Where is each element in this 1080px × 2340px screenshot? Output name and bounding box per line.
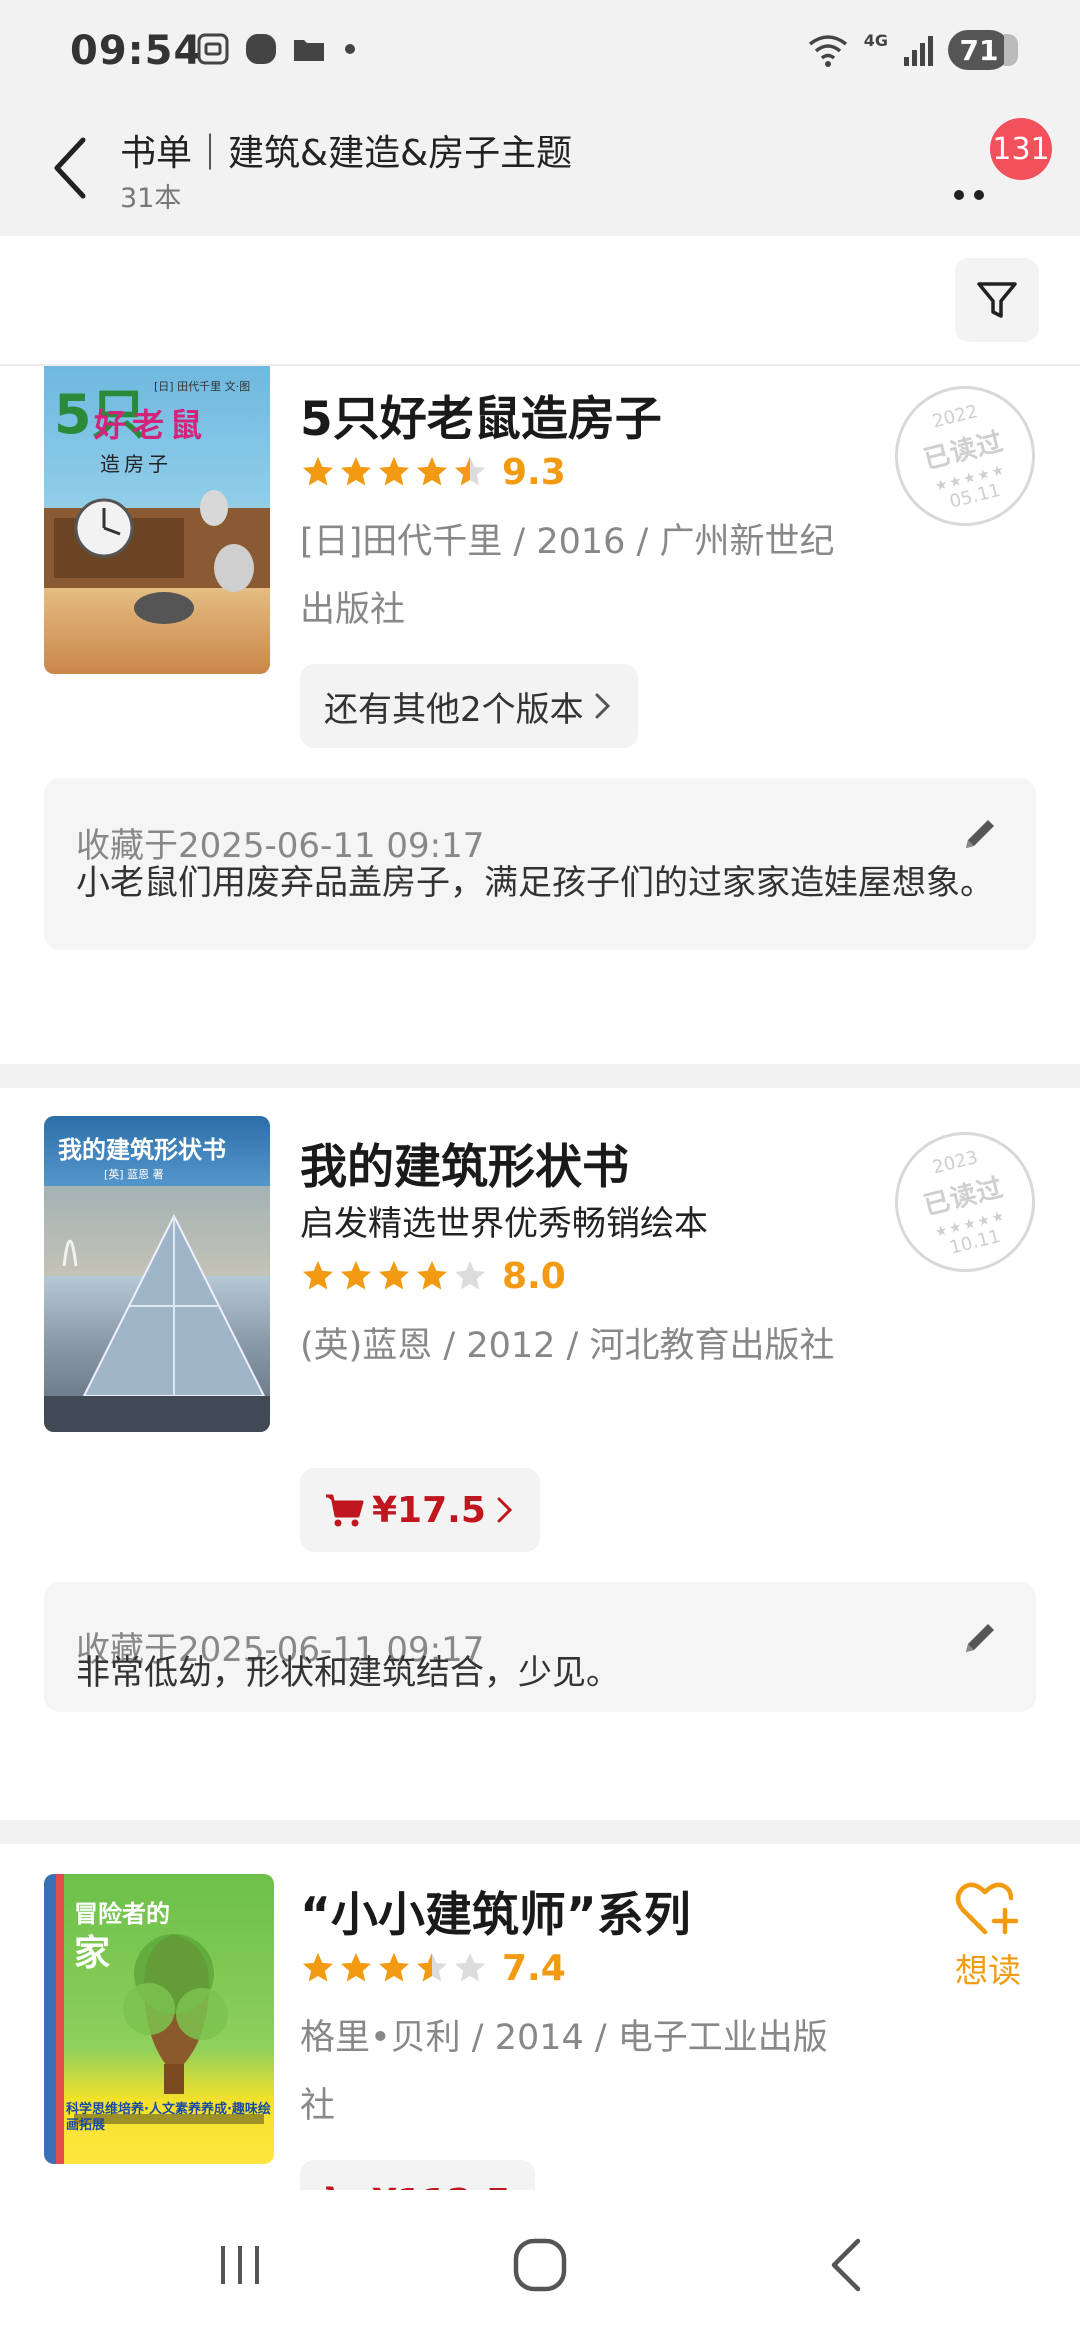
signal-icon [904,36,933,66]
chevron-right-icon [497,1497,512,1523]
cover-title: 我的建筑形状书 [58,1136,226,1164]
more-dot-icon [974,190,984,200]
book-cover[interactable]: 我的建筑形状书 [英] 蓝恩 著 [44,1116,270,1432]
star-full-icon [303,1953,333,1982]
filter-button[interactable] [955,258,1039,342]
home-button[interactable] [500,2230,580,2300]
network-type-label: 4G [863,30,888,50]
card-divider [0,1064,1080,1088]
book-card[interactable]: 我的建筑形状书 [英] 蓝恩 著 我的建筑形状书 启发精选世界优秀畅销绘本 8.… [0,1088,1080,1884]
other-editions-button[interactable]: 还有其他2个版本 [300,664,638,748]
star-full-icon [303,457,333,486]
note-text: 小老鼠们用废弃品盖房子，满足孩子们的过家家造娃屋想象。 [76,863,994,903]
cover-title: 好老鼠 [94,406,209,444]
star-full-icon [341,457,371,486]
price-button[interactable]: ¥17.5 [300,1468,540,1552]
note-text: 非常低幼，形状和建筑结合，少见。 [76,1653,620,1693]
star-full-icon [379,1261,409,1290]
dot-icon [345,44,355,54]
status-bar: 09:54 4G 71 [0,0,1080,108]
filter-icon [977,282,1017,318]
rating-score: 9.3 [502,451,566,493]
cover-subtitle: 造房子 [100,452,172,476]
rating-score: 8.0 [502,1255,566,1297]
book-card[interactable]: 5只 好老鼠 造房子 [日] 田代千里 文·图 5只好老鼠造房子 9.3 [日]… [0,366,1080,1066]
heart-plus-icon [955,1882,1019,1935]
rating: 7.4 [300,1946,566,1990]
back-icon [831,2238,861,2292]
want-to-read-label: 想读 [955,1951,1021,1990]
collection-note: 收藏于2025-06-11 09:17 非常低幼，形状和建筑结合，少见。 [44,1582,1036,1712]
book-list: 5只 好老鼠 造房子 [日] 田代千里 文·图 5只好老鼠造房子 9.3 [日]… [0,366,1080,2190]
price-label: ¥17.5 [372,1489,486,1531]
chevron-left-icon [54,137,86,199]
other-editions-label: 还有其他2个版本 [324,689,584,730]
status-time: 09:54 [70,28,203,74]
system-nav-bar [0,2190,1080,2340]
read-stamp: 2022 已读过 ★★★★★ 05.11 [880,371,1050,541]
book-meta: 格里•贝利 / 2014 / 电子工业出版社 [300,2018,828,2126]
star-full-icon [417,457,447,486]
notification-badge: 131 [990,118,1052,180]
folder-icon [294,40,324,61]
recent-apps-button[interactable] [200,2230,280,2300]
cart-icon [326,1494,364,1527]
star-full-icon [341,1953,371,1982]
status-icons-right: 4G 71 [806,30,1018,70]
book-subtitle: 启发精选世界优秀畅销绘本 [300,1204,708,1244]
book-title[interactable]: 我的建筑形状书 [300,1128,629,1197]
header: 书单｜建筑&建造&房子主题 31本 131 [0,108,1080,236]
chevron-right-icon [595,693,610,719]
book-card[interactable]: 冒险者的 家 科学思维培养·人文素养养成·趣味绘画拓展 “小小建筑师”系列 7.… [0,1844,1080,2190]
book-cover[interactable]: 冒险者的 家 科学思维培养·人文素养养成·趣味绘画拓展 [44,1874,274,2164]
cover-banner: 科学思维培养·人文素养养成·趣味绘画拓展 [66,2102,271,2133]
book-cover[interactable]: 5只 好老鼠 造房子 [日] 田代千里 文·图 [44,366,270,674]
collection-note: 收藏于2025-06-11 09:17 小老鼠们用废弃品盖房子，满足孩子们的过家… [44,778,1036,950]
page-title: 书单｜建筑&建造&房子主题 [120,133,573,174]
book-meta: [日]田代千里 / 2016 / 广州新世纪出版社 [300,522,835,630]
rating: 9.3 [300,450,566,494]
star-empty-icon [455,1953,485,1982]
book-meta: (英)蓝恩 / 2012 / 河北教育出版社 [300,1326,835,1366]
edit-icon[interactable] [958,812,1002,856]
star-full-icon [379,457,409,486]
star-half-icon [417,1953,447,1982]
card-divider [0,1820,1080,1844]
book-title[interactable]: 5只好老鼠造房子 [300,380,662,449]
star-half-icon [455,457,485,486]
star-full-icon [379,1953,409,1982]
app-icon [246,34,276,64]
book-title[interactable]: “小小建筑师”系列 [300,1876,691,1945]
battery-indicator: 71 [948,30,1018,70]
home-icon [513,2238,567,2292]
recent-apps-icon [221,2246,259,2284]
system-back-button[interactable] [806,2230,886,2300]
price-button[interactable]: ¥112.5 [300,2160,535,2190]
screenshot-icon [197,33,229,65]
star-full-icon [341,1261,371,1290]
more-dot-icon [954,190,964,200]
wifi-icon [808,35,847,67]
cover-title-2: 家 [74,1933,111,1974]
filter-bar [0,236,1080,366]
price-label: ¥112.5 [372,2182,511,2191]
book-count: 31本 [120,183,182,214]
cover-byline: [日] 田代千里 文·图 [154,380,251,393]
back-button[interactable] [36,128,106,208]
star-full-icon [417,1261,447,1290]
rating-score: 7.4 [502,1947,566,1989]
cover-byline: [英] 蓝恩 著 [104,1168,164,1181]
star-empty-icon [455,1261,485,1290]
rating: 8.0 [300,1254,566,1298]
status-icons-left [196,32,360,66]
star-full-icon [303,1261,333,1290]
want-to-read-button[interactable]: 想读 [955,1878,1021,1992]
read-stamp: 2023 已读过 ★★★★★ 10.11 [880,1117,1050,1287]
